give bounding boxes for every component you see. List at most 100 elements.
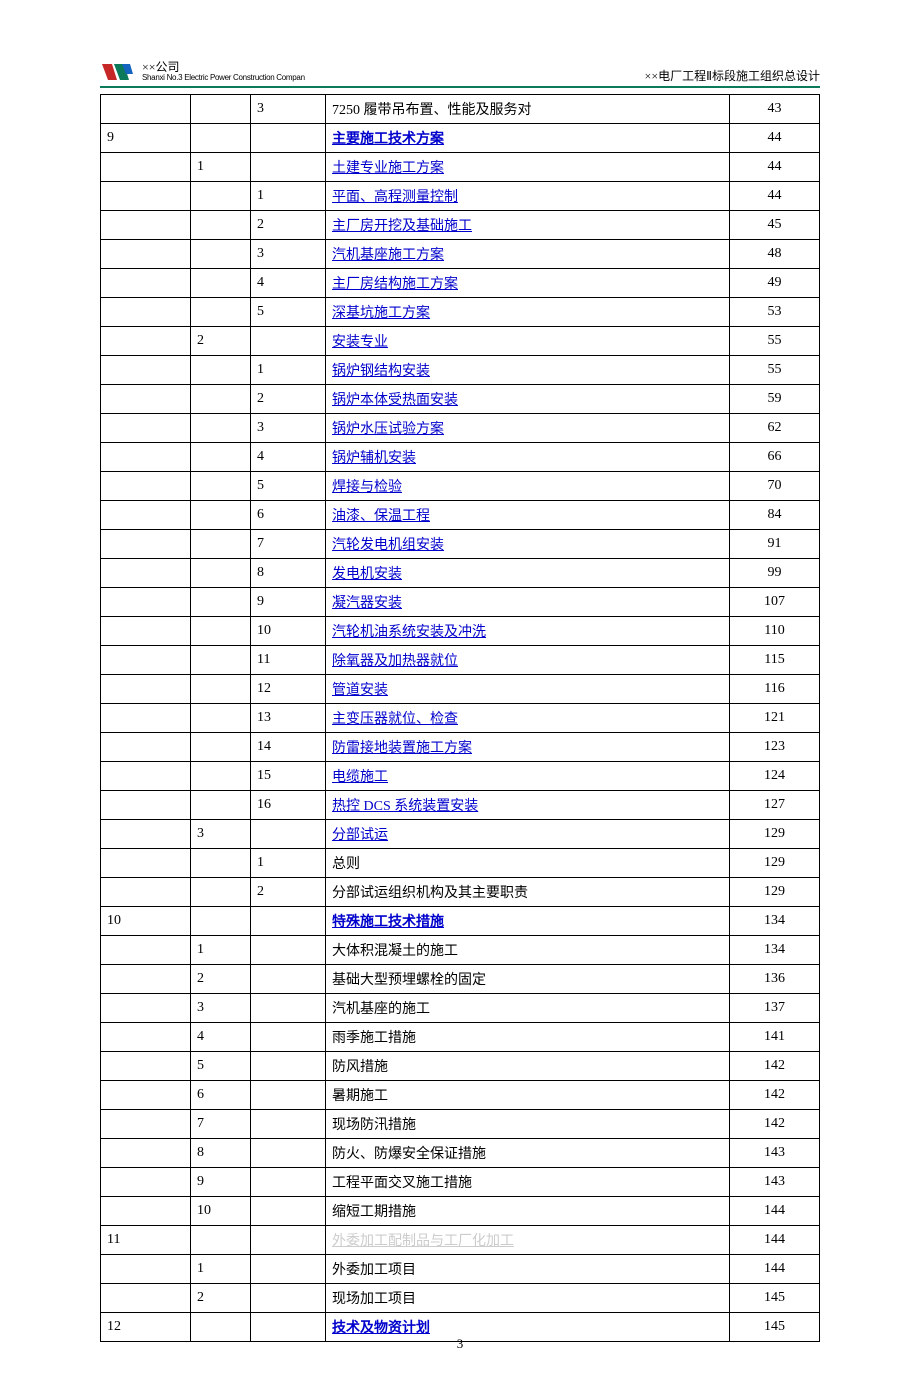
toc-link[interactable]: 管道安装 [332,683,388,698]
table-row: 3汽机基座的施工137 [101,994,820,1023]
toc-link[interactable]: 锅炉水压试验方案 [332,422,444,437]
toc-page-number: 55 [730,327,820,356]
toc-link[interactable]: 安装专业 [332,335,388,350]
toc-link[interactable]: 油漆、保温工程 [332,509,430,524]
toc-link-faded[interactable]: 外委加工配制品与工厂化加工 [332,1234,514,1249]
toc-level2 [191,704,251,733]
toc-link[interactable]: 主厂房开挖及基础施工 [332,219,472,234]
toc-link[interactable]: 汽机基座施工方案 [332,248,444,263]
toc-level2 [191,182,251,211]
table-row: 3汽机基座施工方案48 [101,240,820,269]
table-row: 2安装专业55 [101,327,820,356]
toc-level2 [191,501,251,530]
toc-level1 [101,182,191,211]
toc-text: 防风措施 [332,1060,388,1075]
company-name-en: Shanxi No.3 Electric Power Construction … [142,74,305,83]
toc-link[interactable]: 主厂房结构施工方案 [332,277,458,292]
toc-level3 [251,1110,326,1139]
table-row: 3锅炉水压试验方案62 [101,414,820,443]
company-logo-icon [100,60,134,84]
toc-level2: 2 [191,1284,251,1313]
toc-level1 [101,1255,191,1284]
toc-level1 [101,1052,191,1081]
toc-level1 [101,704,191,733]
toc-link[interactable]: 凝汽器安装 [332,596,402,611]
toc-title-cell: 电缆施工 [326,762,730,791]
toc-level1 [101,385,191,414]
table-row: 11除氧器及加热器就位115 [101,646,820,675]
toc-level3 [251,124,326,153]
toc-level2 [191,588,251,617]
document-page: ××公司 Shanxi No.3 Electric Power Construc… [0,0,920,1382]
toc-level2 [191,269,251,298]
table-row: 4雨季施工措施141 [101,1023,820,1052]
toc-level2: 3 [191,994,251,1023]
table-row: 9主要施工技术方案44 [101,124,820,153]
toc-link[interactable]: 热控 DCS 系统装置安装 [332,799,478,814]
toc-level3 [251,1168,326,1197]
toc-link[interactable]: 特殊施工技术措施 [332,915,444,930]
toc-level1 [101,443,191,472]
toc-level1 [101,501,191,530]
toc-link[interactable]: 深基坑施工方案 [332,306,430,321]
toc-page-number: 136 [730,965,820,994]
toc-link[interactable]: 锅炉本体受热面安装 [332,393,458,408]
toc-level1 [101,414,191,443]
table-row: 5防风措施142 [101,1052,820,1081]
toc-page-number: 142 [730,1110,820,1139]
toc-link[interactable]: 主变压器就位、检查 [332,712,458,727]
toc-title-cell: 主厂房开挖及基础施工 [326,211,730,240]
toc-link[interactable]: 电缆施工 [332,770,388,785]
toc-title-cell: 缩短工期措施 [326,1197,730,1226]
toc-text: 现场加工项目 [332,1292,416,1307]
table-row: 5焊接与检验70 [101,472,820,501]
toc-page-number: 45 [730,211,820,240]
toc-level2 [191,211,251,240]
toc-title-cell: 主厂房结构施工方案 [326,269,730,298]
toc-level2 [191,385,251,414]
toc-link[interactable]: 汽轮机油系统安装及冲洗 [332,625,486,640]
toc-link[interactable]: 土建专业施工方案 [332,161,444,176]
table-row: 37250 履带吊布置、性能及服务对43 [101,95,820,124]
toc-page-number: 143 [730,1168,820,1197]
toc-link[interactable]: 汽轮发电机组安装 [332,538,444,553]
toc-link[interactable]: 主要施工技术方案 [332,132,444,147]
toc-link[interactable]: 技术及物资计划 [332,1321,430,1336]
toc-link[interactable]: 锅炉钢结构安装 [332,364,430,379]
toc-link[interactable]: 锅炉辅机安装 [332,451,416,466]
toc-link[interactable]: 平面、高程测量控制 [332,190,458,205]
toc-page-number: 59 [730,385,820,414]
toc-page-number: 134 [730,907,820,936]
toc-title-cell: 汽轮发电机组安装 [326,530,730,559]
table-row: 5深基坑施工方案53 [101,298,820,327]
toc-link[interactable]: 发电机安装 [332,567,402,582]
toc-level2: 4 [191,1023,251,1052]
toc-level2 [191,617,251,646]
table-row: 12管道安装116 [101,675,820,704]
toc-title-cell: 总则 [326,849,730,878]
toc-title-cell: 外委加工配制品与工厂化加工 [326,1226,730,1255]
toc-title-cell: 防雷接地装置施工方案 [326,733,730,762]
toc-link[interactable]: 防雷接地装置施工方案 [332,741,472,756]
toc-level3: 16 [251,791,326,820]
toc-level3: 4 [251,443,326,472]
toc-level2: 2 [191,965,251,994]
toc-level1 [101,1139,191,1168]
toc-level1 [101,588,191,617]
toc-level2 [191,356,251,385]
toc-link[interactable]: 焊接与检验 [332,480,402,495]
toc-level2 [191,472,251,501]
toc-level2: 1 [191,153,251,182]
toc-title-cell: 热控 DCS 系统装置安装 [326,791,730,820]
table-row: 1土建专业施工方案44 [101,153,820,182]
toc-title-cell: 7250 履带吊布置、性能及服务对 [326,95,730,124]
toc-link[interactable]: 分部试运 [332,828,388,843]
toc-page-number: 123 [730,733,820,762]
toc-level2: 6 [191,1081,251,1110]
toc-level3: 3 [251,95,326,124]
table-row: 9工程平面交叉施工措施143 [101,1168,820,1197]
toc-level3: 2 [251,878,326,907]
toc-level3 [251,1284,326,1313]
toc-link[interactable]: 除氧器及加热器就位 [332,654,458,669]
toc-table: 37250 履带吊布置、性能及服务对439主要施工技术方案441土建专业施工方案… [100,94,820,1342]
